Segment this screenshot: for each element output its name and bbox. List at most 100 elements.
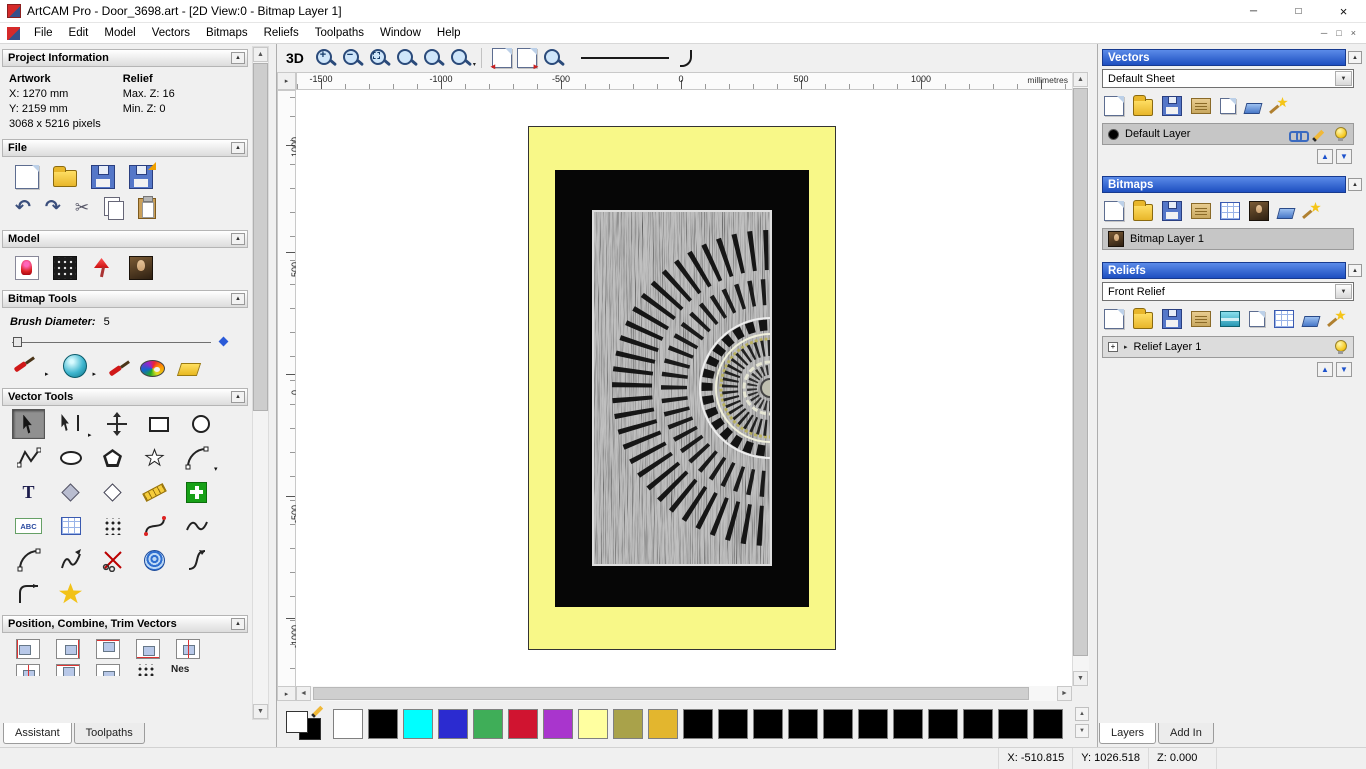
menu-toolpaths[interactable]: Toolpaths: [307, 24, 372, 42]
text-block-tool[interactable]: ABC: [12, 511, 45, 541]
paint-icon[interactable]: [15, 354, 39, 378]
move-layer-up-button[interactable]: ▲: [1317, 149, 1333, 164]
bitmap-tools-header[interactable]: Bitmap Tools ▲: [2, 290, 248, 308]
line-width-control[interactable]: [580, 50, 669, 66]
palette-swatch[interactable]: [788, 709, 818, 739]
open-vectors-icon[interactable]: [1133, 95, 1153, 116]
scroll-thumb[interactable]: [253, 63, 268, 411]
new-model-icon[interactable]: [15, 165, 39, 189]
palette-swatch[interactable]: [333, 709, 363, 739]
h-scroll-thumb[interactable]: [313, 687, 1030, 700]
edit-pencil-icon[interactable]: [1312, 127, 1327, 142]
arc-segment-tool[interactable]: [12, 545, 45, 575]
brush-diameter-slider[interactable]: [12, 336, 229, 348]
save-model-icon[interactable]: [91, 165, 115, 189]
align-bottom-tool[interactable]: [136, 639, 160, 659]
position-combine-header[interactable]: Position, Combine, Trim Vectors ▲: [2, 615, 248, 633]
zoom-objects-icon[interactable]: ▾: [449, 47, 476, 69]
menu-vectors[interactable]: Vectors: [144, 24, 198, 42]
menu-reliefs[interactable]: Reliefs: [256, 24, 307, 42]
sheet-select[interactable]: Default Sheet ▼: [1102, 69, 1354, 88]
cut-icon[interactable]: ✂: [75, 197, 89, 219]
create-rectangle-tool[interactable]: [143, 409, 176, 439]
move-layer-up-button[interactable]: ▲: [1317, 362, 1333, 377]
palette-swatch[interactable]: [473, 709, 503, 739]
previous-bitmap-layer-icon[interactable]: ◄: [489, 48, 512, 71]
toggle-all-visibility-icon[interactable]: [1270, 97, 1288, 115]
view-3d-button[interactable]: 3D: [286, 50, 304, 66]
menu-model[interactable]: Model: [96, 24, 143, 42]
reliefs-header[interactable]: Reliefs: [1102, 262, 1346, 279]
scroll-up-button[interactable]: ▲: [1073, 72, 1088, 87]
redo-icon[interactable]: ↷: [45, 197, 61, 219]
collapse-icon[interactable]: ▲: [231, 233, 245, 245]
palette-swatch[interactable]: [963, 709, 993, 739]
pan-button[interactable]: ▸: [277, 686, 296, 701]
load-image-icon[interactable]: [129, 256, 153, 280]
create-ellipse-tool[interactable]: [54, 443, 87, 473]
zoom-fit-icon[interactable]: [422, 47, 444, 69]
canvas-2d-view[interactable]: [296, 90, 1072, 686]
canvas-v-scrollbar[interactable]: ▲ ▼: [1072, 72, 1089, 686]
collapse-icon[interactable]: ▲: [231, 618, 245, 630]
scroll-down-button[interactable]: ▼: [253, 704, 268, 719]
zoom-box-icon[interactable]: [368, 47, 390, 69]
palette-swatch[interactable]: [893, 709, 923, 739]
diamond-outline-tool[interactable]: [96, 477, 129, 507]
curve-style-icon[interactable]: [679, 49, 692, 67]
zoom-in-icon[interactable]: +: [314, 47, 336, 69]
file-section-header[interactable]: File ▲: [2, 139, 248, 157]
collapse-icon[interactable]: ▲: [231, 142, 245, 154]
close-button[interactable]: ×: [1321, 0, 1366, 23]
image-icon[interactable]: [1249, 201, 1269, 221]
adjust-bitmap-icon[interactable]: [1220, 202, 1240, 220]
bitmap-layer-row[interactable]: Bitmap Layer 1: [1102, 228, 1354, 250]
bitmaps-header[interactable]: Bitmaps: [1102, 176, 1346, 193]
greyscale-view-icon[interactable]: [53, 256, 77, 280]
scroll-up-button[interactable]: ▲: [253, 47, 268, 62]
align-right-tool[interactable]: [56, 639, 80, 659]
palette-scroll[interactable]: ▲ ▼: [1075, 707, 1090, 741]
dropdown-arrow-icon[interactable]: ▼: [1335, 71, 1352, 86]
palette-swatch[interactable]: [998, 709, 1028, 739]
extrude-tool[interactable]: [138, 545, 171, 575]
move-layer-down-button[interactable]: ▼: [1336, 149, 1352, 164]
import-sheet-icon[interactable]: [1191, 98, 1211, 114]
menu-help[interactable]: Help: [429, 24, 469, 42]
transform-vectors-tool[interactable]: [101, 409, 134, 439]
canvas-h-scrollbar[interactable]: ▸ ◄ ►: [277, 686, 1072, 701]
eraser-icon[interactable]: [176, 362, 202, 376]
new-vector-layer-icon[interactable]: [1104, 96, 1124, 116]
palette-swatch[interactable]: [543, 709, 573, 739]
align-tool[interactable]: [96, 664, 120, 676]
vectors-header[interactable]: Vectors: [1102, 49, 1346, 66]
collapse-reliefs-button[interactable]: ▲: [1348, 264, 1362, 277]
palette-swatch[interactable]: [508, 709, 538, 739]
export-model-icon[interactable]: [129, 162, 156, 189]
visibility-bulb-icon[interactable]: [1333, 339, 1348, 355]
palette-swatch[interactable]: [578, 709, 608, 739]
move-layer-down-button[interactable]: ▼: [1336, 362, 1352, 377]
menu-file[interactable]: File: [26, 24, 61, 42]
slider-thumb[interactable]: [13, 337, 22, 347]
toggle-all-visibility-icon[interactable]: [1328, 310, 1346, 328]
project-info-header[interactable]: Project Information ▲: [2, 49, 248, 67]
tab-toolpaths[interactable]: Toolpaths: [73, 723, 145, 744]
import-relief-icon[interactable]: [1191, 311, 1211, 327]
wave-curve-tool[interactable]: [180, 511, 213, 541]
palette-swatch[interactable]: [1033, 709, 1063, 739]
colour-palette-icon[interactable]: [140, 359, 166, 377]
menu-edit[interactable]: Edit: [61, 24, 97, 42]
palette-swatch[interactable]: [718, 709, 748, 739]
zoom-selection-icon[interactable]: [542, 47, 564, 69]
visibility-bulb-icon[interactable]: [1333, 126, 1348, 142]
flood-fill-icon[interactable]: [62, 354, 87, 378]
primary-colour-swatch[interactable]: [286, 711, 308, 733]
vector-layer-row[interactable]: Default Layer: [1102, 123, 1354, 145]
new-layer-icon[interactable]: [1249, 311, 1265, 327]
create-polygon-tool[interactable]: [96, 443, 129, 473]
next-bitmap-layer-icon[interactable]: ►: [516, 48, 540, 71]
relief-layers-icon[interactable]: [1220, 311, 1240, 327]
lighting-icon[interactable]: [91, 256, 115, 280]
trim-vectors-tool[interactable]: [96, 545, 129, 575]
